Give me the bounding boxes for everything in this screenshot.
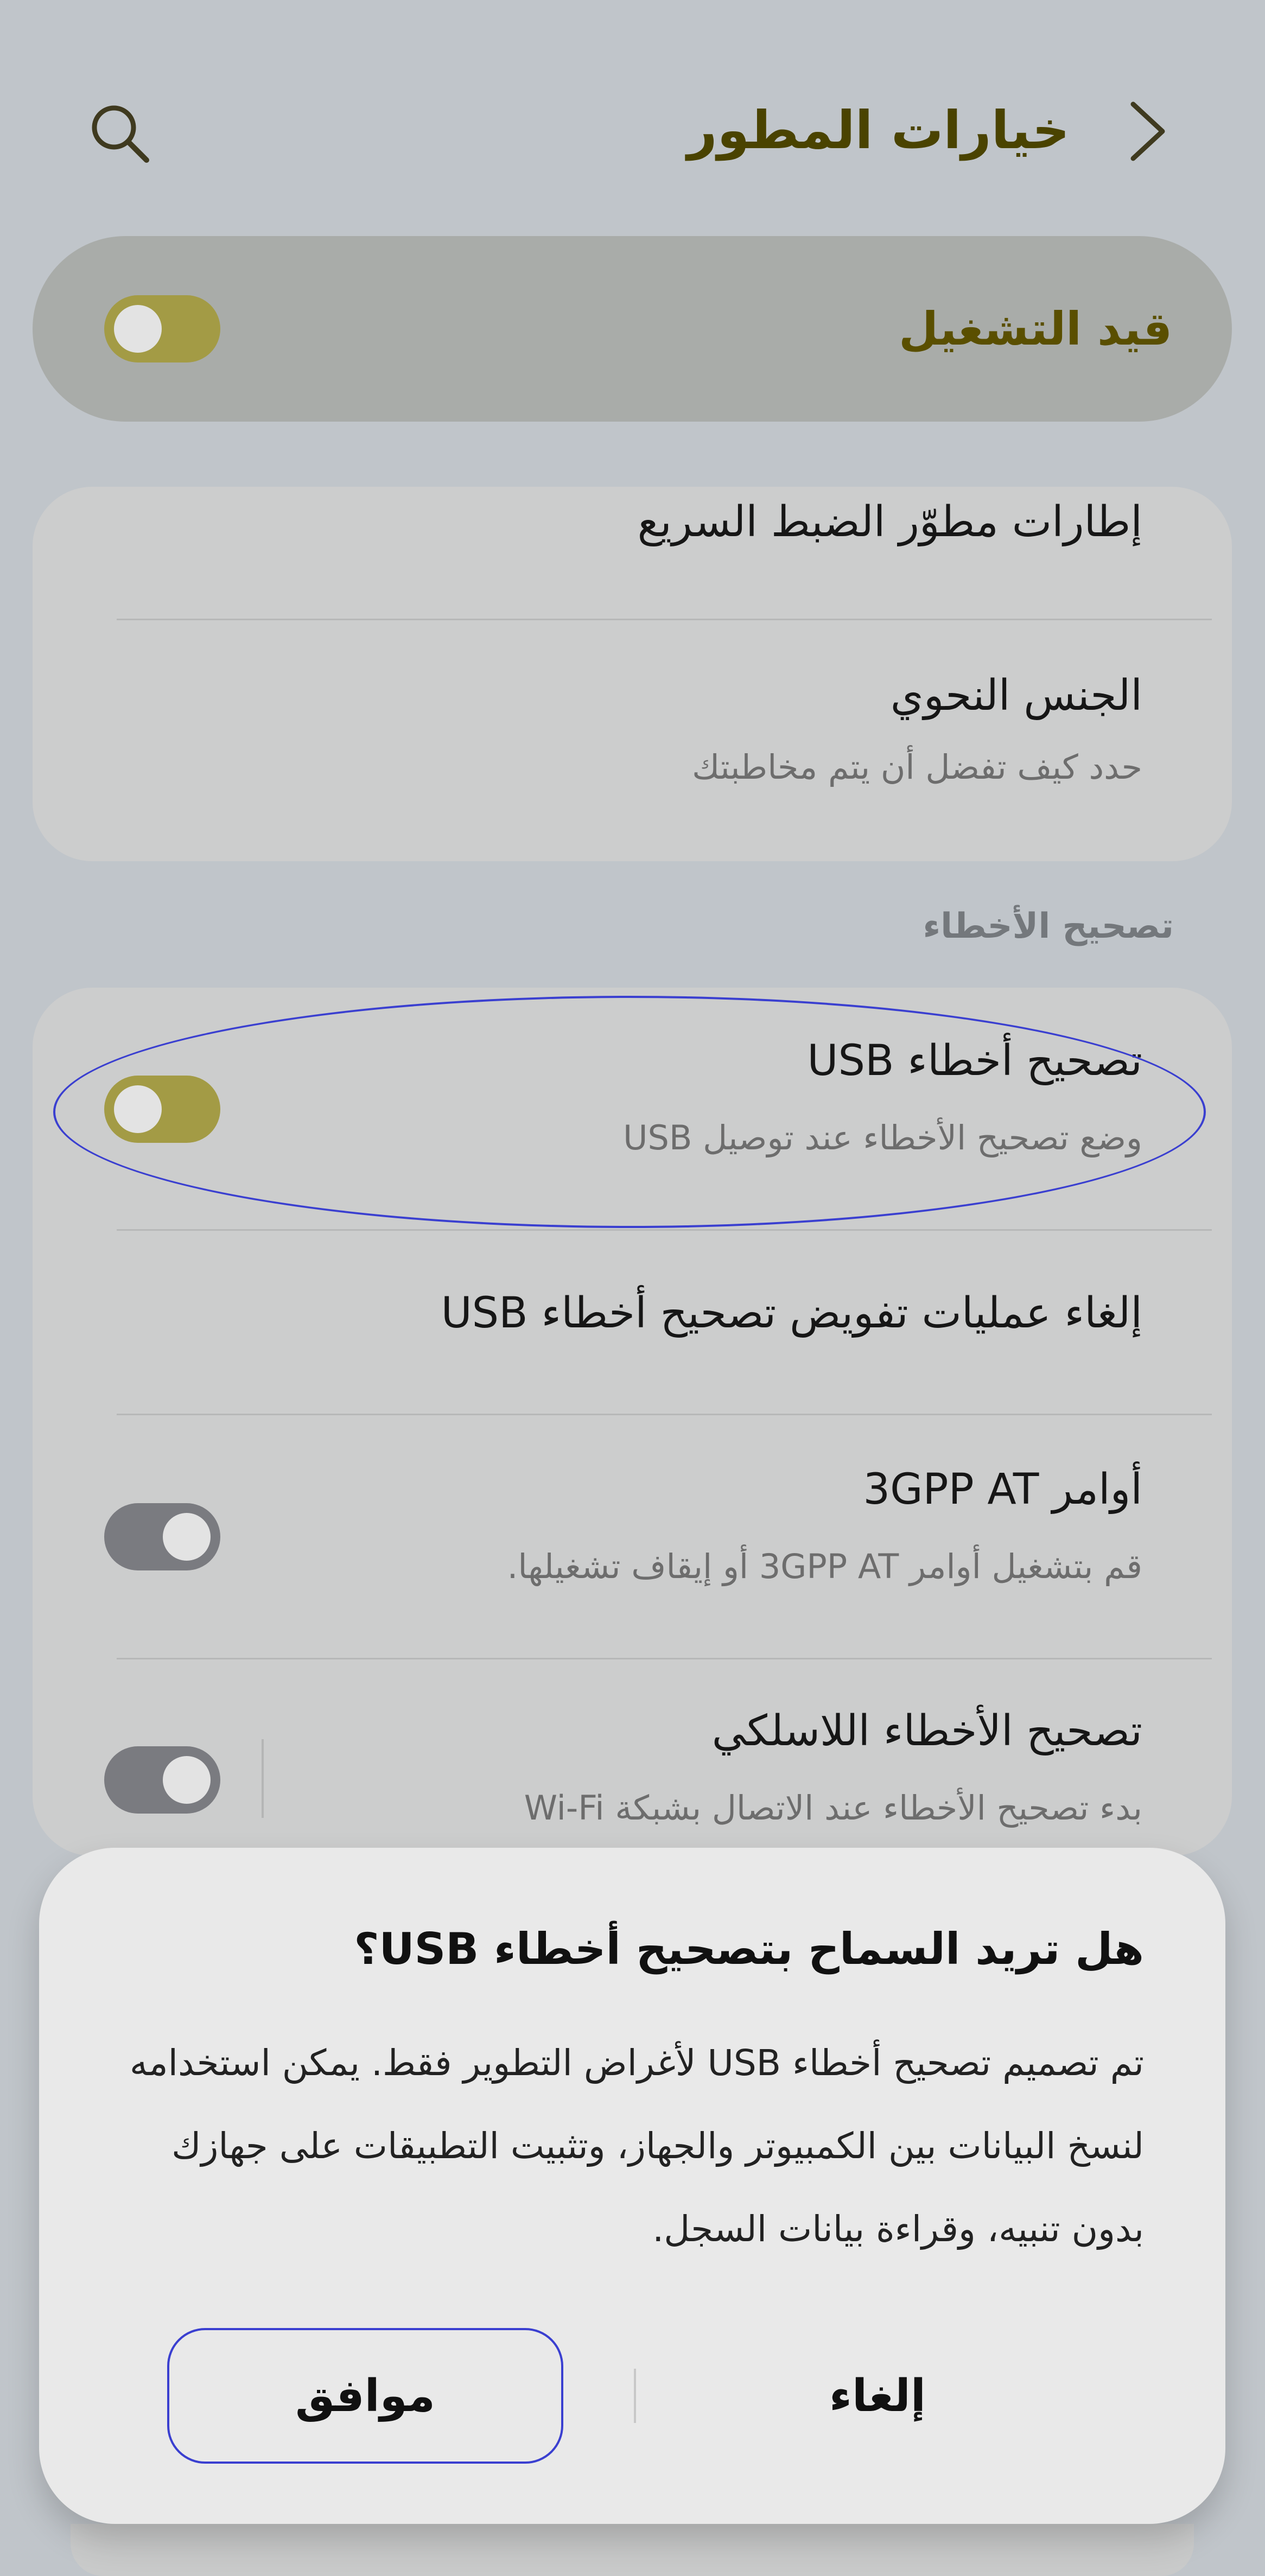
usb-debugging-permission-dialog: هل تريد السماح بتصحيح أخطاء USB؟ تم تصمي… <box>39 1848 1225 2524</box>
wireless-debugging-separator <box>262 1739 264 1818</box>
dialog-message-line: بدون تنبيه، وقراءة بيانات السجل. <box>652 2208 1144 2250</box>
divider <box>117 1229 1212 1231</box>
at-commands-title: أوامر 3GPP AT <box>863 1465 1142 1514</box>
page-title: خيارات المطور <box>687 100 1070 161</box>
ok-button[interactable]: موافق <box>167 2328 563 2464</box>
wireless-debugging-title: تصحيح الأخطاء اللاسلكي <box>711 1707 1142 1756</box>
master-toggle[interactable] <box>104 295 220 362</box>
divider <box>117 1658 1212 1659</box>
toggle-knob <box>114 305 162 353</box>
divider <box>117 619 1212 620</box>
button-separator <box>634 2369 636 2423</box>
toggle-knob <box>163 1756 211 1804</box>
wireless-debugging-subtitle: بدء تصحيح الأخطاء عند الاتصال بشبكة Wi-F… <box>524 1788 1142 1828</box>
usb-debugging-highlight-outline <box>53 996 1206 1228</box>
toggle-knob <box>163 1513 211 1561</box>
dialog-message: تم تصميم تصحيح أخطاء USB لأغراض التطوير … <box>102 2021 1144 2270</box>
revoke-usb-authorizations-item[interactable]: إلغاء عمليات تفويض تصحيح أخطاء USB <box>441 1289 1142 1338</box>
grammatical-gender-subtitle: حدد كيف تفضل أن يتم مخاطبتك <box>692 747 1142 787</box>
at-commands-subtitle: قم بتشغيل أوامر 3GPP AT أو إيقاف تشغيلها… <box>507 1547 1142 1586</box>
dialog-backdrop-strip <box>71 2524 1194 2576</box>
dialog-title: هل تريد السماح بتصحيح أخطاء USB؟ <box>354 1924 1144 1974</box>
cancel-button[interactable]: إلغاء <box>679 2328 1076 2464</box>
settings-card-general: إطارات مطوّر الضبط السريع الجنس النحوي ح… <box>33 487 1232 861</box>
chevron-back-icon[interactable] <box>1123 99 1172 164</box>
quick-settings-tiles-item[interactable]: إطارات مطوّر الضبط السريع <box>638 498 1142 546</box>
app-header: خيارات المطور <box>0 0 1265 239</box>
dialog-message-line: تم تصميم تصحيح أخطاء USB لأغراض التطوير … <box>129 2042 1144 2084</box>
search-icon[interactable] <box>87 100 152 166</box>
grammatical-gender-title: الجنس النحوي <box>890 671 1142 720</box>
at-commands-toggle[interactable] <box>104 1503 220 1570</box>
master-switch-label: قيد التشغيل <box>899 302 1172 355</box>
section-header-debugging: تصحيح الأخطاء <box>923 906 1174 946</box>
developer-options-master-switch[interactable]: قيد التشغيل <box>33 236 1232 422</box>
wireless-debugging-toggle[interactable] <box>104 1746 220 1814</box>
divider <box>117 1414 1212 1415</box>
dialog-message-line: لنسخ البيانات بين الكمبيوتر والجهاز، وتث… <box>171 2125 1144 2167</box>
